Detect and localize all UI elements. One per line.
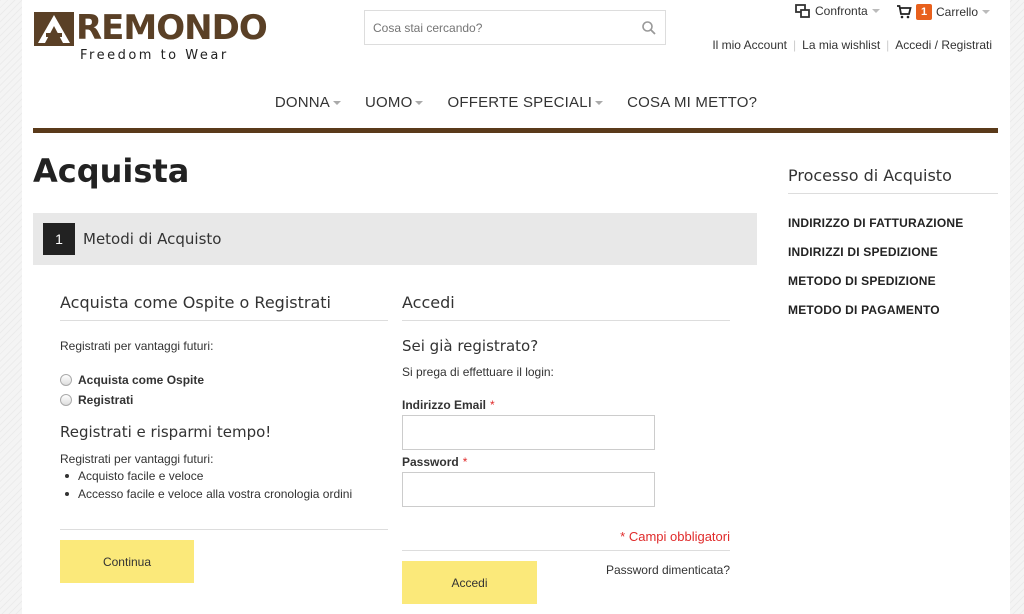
login-question: Sei già registrato? — [402, 337, 539, 355]
chevron-down-icon — [415, 100, 424, 105]
email-label: Indirizzo Email * — [402, 398, 495, 412]
logo-mark — [34, 12, 74, 46]
separator: | — [886, 38, 890, 52]
radio-button[interactable] — [60, 394, 72, 406]
page-title: Acquista — [33, 152, 190, 190]
required-mark: * — [490, 398, 495, 412]
radio-register[interactable]: Registrati — [60, 393, 388, 407]
radio-button[interactable] — [60, 374, 72, 386]
cart-icon — [897, 5, 912, 19]
site-logo[interactable]: REMONDO Freedom to Wear — [34, 8, 274, 64]
cart-count-badge: 1 — [916, 4, 932, 20]
guest-section-title: Acquista come Ospite o Registrati — [60, 293, 388, 321]
login-section: Accedi Sei già registrato? Si prega di e… — [402, 293, 730, 604]
progress-step-shipping-address: INDIRIZZI DI SPEDIZIONE — [788, 245, 938, 259]
nav-divider — [33, 128, 998, 133]
radio-guest[interactable]: Acquista come Ospite — [60, 373, 388, 387]
password-label: Password * — [402, 455, 467, 469]
nav-item-uomo[interactable]: UOMO — [365, 94, 424, 111]
login-prompt: Si prega di effettuare il login: — [402, 365, 554, 379]
login-button[interactable]: Accedi — [402, 561, 537, 604]
email-label-text: Indirizzo Email — [402, 398, 487, 412]
password-field[interactable] — [402, 472, 655, 507]
step-label: Metodi di Acquisto — [83, 230, 222, 248]
search-input[interactable] — [365, 11, 625, 44]
continue-button[interactable]: Continua — [60, 540, 194, 583]
nav-item-offerte-speciali[interactable]: OFFERTE SPECIALI — [447, 94, 604, 111]
cart-link[interactable]: 1 Carrello — [896, 4, 991, 20]
nav-label: OFFERTE SPECIALI — [447, 94, 593, 111]
login-section-title: Accedi — [402, 293, 730, 321]
chevron-down-icon — [982, 10, 991, 14]
checkout-step-header[interactable]: 1 Metodi di Acquisto — [33, 213, 757, 265]
progress-steps: INDIRIZZO DI FATTURAZIONE INDIRIZZI DI S… — [788, 216, 998, 317]
cart-label: Carrello — [936, 5, 979, 19]
radio-label: Registrati — [78, 393, 134, 407]
account-links: Il mio Account | La mia wishlist | Acced… — [712, 38, 992, 52]
my-account-link[interactable]: Il mio Account — [712, 38, 787, 52]
login-register-link[interactable]: Accedi / Registrati — [895, 38, 992, 52]
main-nav: DONNA UOMO OFFERTE SPECIALI COSA MI METT… — [22, 94, 1010, 111]
chevron-down-icon — [871, 9, 880, 13]
divider — [402, 550, 730, 551]
nav-item-donna[interactable]: DONNA — [274, 94, 342, 111]
search-icon[interactable] — [641, 20, 657, 36]
divider — [60, 529, 388, 530]
progress-step-payment: METODO DI PAGAMENTO — [788, 303, 940, 317]
benefits-intro: Registrati per vantaggi futuri: — [60, 452, 214, 466]
password-label-text: Password — [402, 455, 459, 469]
email-field[interactable] — [402, 415, 655, 450]
progress-step-billing: INDIRIZZO DI FATTURAZIONE — [788, 216, 964, 230]
guest-register-section: Acquista come Ospite o Registrati Regist… — [60, 293, 388, 583]
search-box — [364, 10, 666, 45]
page: REMONDO Freedom to Wear Confronta — [22, 0, 1010, 614]
chevron-down-icon — [595, 100, 604, 105]
separator: | — [793, 38, 797, 52]
nav-label: DONNA — [274, 94, 331, 111]
list-item: Accesso facile e veloce alla vostra cron… — [60, 487, 388, 501]
benefits-list: Acquisto facile e veloce Accesso facile … — [60, 469, 388, 501]
checkout-progress-sidebar: Processo di Acquisto INDIRIZZO DI FATTUR… — [788, 166, 998, 332]
chevron-down-icon — [333, 100, 342, 105]
compare-link[interactable]: Confronta — [795, 4, 880, 18]
step-number: 1 — [43, 223, 75, 255]
progress-step-shipping-method: METODO DI SPEDIZIONE — [788, 274, 936, 288]
guest-intro: Registrati per vantaggi futuri: — [60, 339, 214, 353]
list-item: Acquisto facile e veloce — [60, 469, 388, 483]
compare-label: Confronta — [815, 4, 868, 18]
compare-icon — [795, 4, 810, 18]
radio-label: Acquista come Ospite — [78, 373, 205, 387]
nav-label: UOMO — [365, 94, 413, 111]
site-header: REMONDO Freedom to Wear Confronta — [22, 0, 1010, 133]
sidebar-title: Processo di Acquisto — [788, 166, 998, 194]
register-subtitle: Registrati e risparmi tempo! — [60, 423, 272, 441]
logo-text: REMONDO — [76, 8, 268, 48]
required-fields-note: * Campi obbligatori — [620, 529, 730, 544]
logo-tagline: Freedom to Wear — [80, 48, 229, 63]
forgot-password-link[interactable]: Password dimenticata? — [606, 563, 730, 577]
wishlist-link[interactable]: La mia wishlist — [802, 38, 880, 52]
nav-label: COSA MI METTO? — [627, 94, 758, 111]
nav-item-cosa-mi-metto[interactable]: COSA MI METTO? — [627, 94, 757, 111]
required-mark: * — [462, 455, 468, 469]
